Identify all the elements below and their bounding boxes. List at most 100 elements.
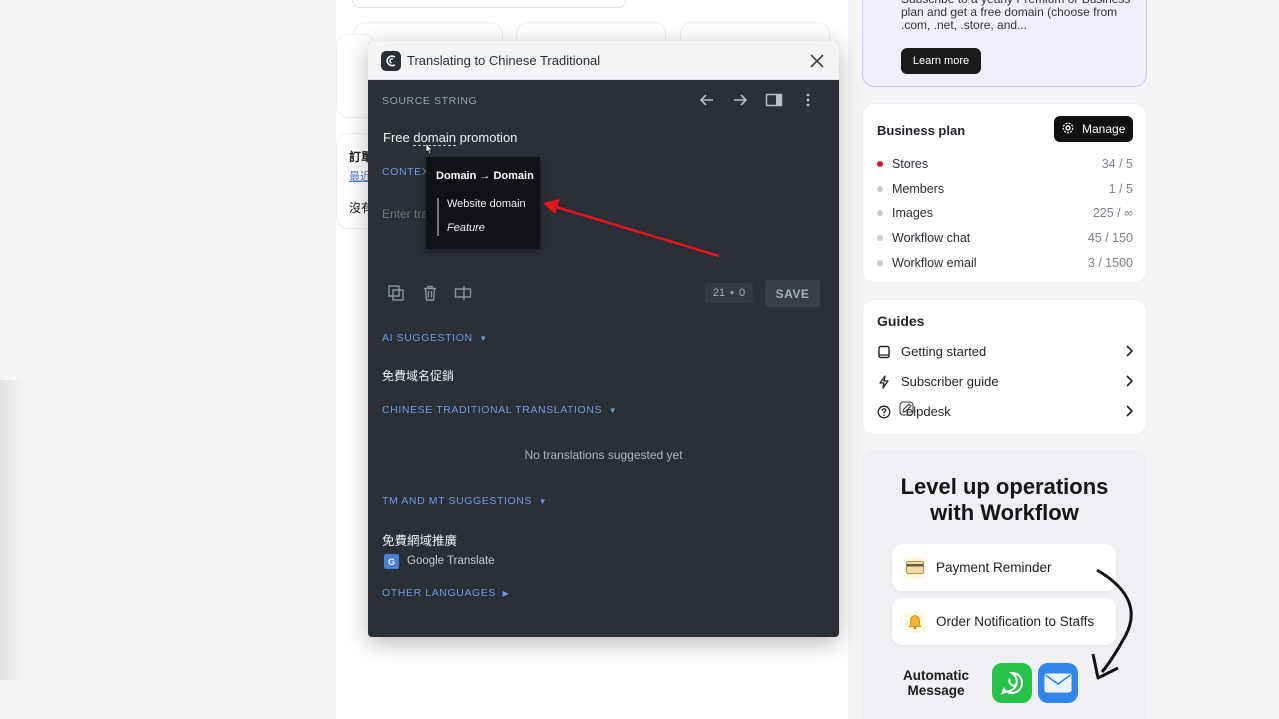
tm-mt-toggle[interactable]: TM AND MT SUGGESTIONS ▼ xyxy=(382,495,547,507)
guides-title: Guides xyxy=(877,313,925,329)
source-string-text: Free domain promotion xyxy=(383,130,518,146)
credit-card-icon xyxy=(904,556,926,579)
book-icon xyxy=(877,345,891,359)
guide-label: Getting started xyxy=(901,344,987,359)
lightning-icon xyxy=(877,375,891,389)
workflow-card-label: Order Notification to Staffs xyxy=(936,614,1095,629)
usage-row-workflow-chat[interactable]: Workflow chat 45 / 150 xyxy=(877,230,1133,248)
bell-icon xyxy=(904,610,926,633)
chevron-right-icon xyxy=(1123,344,1135,358)
usage-value: 34 / 5 xyxy=(1101,157,1133,171)
close-icon[interactable] xyxy=(808,52,826,70)
usage-label: Members xyxy=(892,182,945,196)
usage-label: Workflow email xyxy=(892,256,977,270)
question-circle-icon xyxy=(877,405,891,419)
ai-suggestion-toggle[interactable]: AI SUGGESTION ▼ xyxy=(382,332,488,344)
tooltip-term-type: Feature xyxy=(447,222,485,234)
trash-icon[interactable] xyxy=(421,284,439,302)
side-panel-icon[interactable] xyxy=(765,91,783,109)
usage-row-stores[interactable]: Stores 34 / 5 xyxy=(877,156,1133,174)
workflow-card-payment: Payment Reminder xyxy=(892,544,1116,591)
usage-label: Images xyxy=(892,206,933,220)
glossary-tooltip: Domain → Domain Website domain Feature xyxy=(426,157,540,249)
guide-label: Subscriber guide xyxy=(901,374,999,389)
char-count: 21 xyxy=(712,287,726,299)
manage-button[interactable]: Manage xyxy=(1054,116,1133,142)
more-vertical-icon[interactable] xyxy=(799,91,817,109)
ai-suggestion-text[interactable]: 免費域名促銷 xyxy=(382,367,454,384)
translations-toggle[interactable]: CHINESE TRADITIONAL TRANSLATIONS ▼ xyxy=(382,404,617,416)
section-label: OTHER LANGUAGES xyxy=(382,587,497,599)
usage-label: Stores xyxy=(892,157,929,171)
usage-value: 1 / 5 xyxy=(1108,182,1133,196)
usage-value: 225 / ∞ xyxy=(1092,206,1133,220)
guide-label: elpdesk xyxy=(906,404,951,419)
google-translate-icon: G xyxy=(384,554,399,569)
tooltip-term: Website domain xyxy=(447,198,526,210)
workflow-card-order-notification: Order Notification to Staffs xyxy=(892,598,1116,645)
whatsapp-icon xyxy=(992,663,1032,703)
chevron-right-icon xyxy=(1123,404,1135,418)
automatic-message-label: Automatic Message xyxy=(898,668,974,698)
context-label[interactable]: CONTEX xyxy=(382,166,429,178)
status-dot xyxy=(877,186,883,192)
dialog-header: Translating to Chinese Traditional xyxy=(368,41,839,80)
usage-row-workflow-email[interactable]: Workflow email 3 / 1500 xyxy=(877,255,1133,273)
status-dot xyxy=(877,260,883,266)
learn-more-button[interactable]: Learn more xyxy=(901,48,981,74)
copy-source-icon[interactable] xyxy=(387,284,405,302)
left-shadow xyxy=(0,380,26,680)
crowdin-logo-icon xyxy=(381,51,401,71)
source-text-part: Free xyxy=(383,130,414,145)
workflow-title: Level up operations with Workflow xyxy=(862,474,1147,526)
tooltip-divider xyxy=(437,198,439,236)
usage-row-members[interactable]: Members 1 / 5 xyxy=(877,181,1133,199)
chevron-right-icon xyxy=(1123,374,1135,388)
arrow-left-icon[interactable] xyxy=(698,91,716,109)
source-text-part: promotion xyxy=(455,130,518,145)
suggestion-source: Google Translate xyxy=(407,555,495,567)
caret-right-icon: ▶ xyxy=(502,589,510,598)
workflow-title-line: Level up operations xyxy=(900,474,1109,499)
section-label: AI SUGGESTION xyxy=(382,332,473,344)
section-label: CHINESE TRADITIONAL TRANSLATIONS xyxy=(382,404,603,416)
guides-card: Guides Getting started Subscriber guide … xyxy=(862,299,1147,435)
tag-count: 0 xyxy=(738,287,746,299)
translation-dialog: Translating to Chinese Traditional SOURC… xyxy=(368,41,839,637)
save-button[interactable]: SAVE xyxy=(765,280,820,307)
guide-item-subscriber-guide[interactable]: Subscriber guide xyxy=(877,372,1135,392)
tooltip-title: Domain → Domain xyxy=(436,170,534,182)
cursor-icon xyxy=(423,141,435,156)
promo-card: Subscribe to a yearly Premium or Busines… xyxy=(862,0,1147,87)
arrow-right-icon[interactable] xyxy=(731,91,749,109)
guide-item-getting-started[interactable]: Getting started xyxy=(877,342,1135,362)
dialog-title: Translating to Chinese Traditional xyxy=(407,53,601,68)
gear-icon xyxy=(1062,122,1074,137)
guide-item-helpdesk[interactable]: elpdesk xyxy=(877,401,1135,422)
manage-label: Manage xyxy=(1082,122,1126,136)
split-view-icon[interactable] xyxy=(454,284,472,302)
status-dot xyxy=(877,235,883,241)
usage-value: 45 / 150 xyxy=(1087,231,1133,245)
empty-translations-message: No translations suggested yet xyxy=(524,448,683,462)
promo-text: Subscribe to a yearly Premium or Busines… xyxy=(901,0,1130,32)
source-string-label: SOURCE STRING xyxy=(382,95,478,107)
workflow-title-line: with Workflow xyxy=(930,500,1079,525)
caret-down-icon: ▼ xyxy=(608,406,618,415)
status-dot xyxy=(877,210,883,216)
character-count-badge: 21 • 0 xyxy=(705,283,753,303)
search-bar[interactable] xyxy=(352,0,626,8)
caret-down-icon: ▼ xyxy=(479,334,488,343)
caret-down-icon: ▼ xyxy=(538,497,548,506)
business-plan-title: Business plan xyxy=(877,123,966,138)
automatic-message-line: Automatic xyxy=(902,668,969,683)
tm-suggestion-text[interactable]: 免費網域推廣 xyxy=(382,530,457,549)
usage-label: Workflow chat xyxy=(892,231,971,245)
usage-row-images[interactable]: Images 225 / ∞ xyxy=(877,205,1133,223)
email-icon xyxy=(1038,663,1078,703)
automatic-message-line: Message xyxy=(907,683,965,698)
business-plan-card: Business plan Manage Stores 34 / 5 Membe… xyxy=(862,103,1147,283)
workflow-card-label: Payment Reminder xyxy=(936,560,1052,575)
section-label: TM AND MT SUGGESTIONS xyxy=(382,495,533,507)
other-languages-toggle[interactable]: OTHER LANGUAGES ▶ xyxy=(382,587,509,599)
